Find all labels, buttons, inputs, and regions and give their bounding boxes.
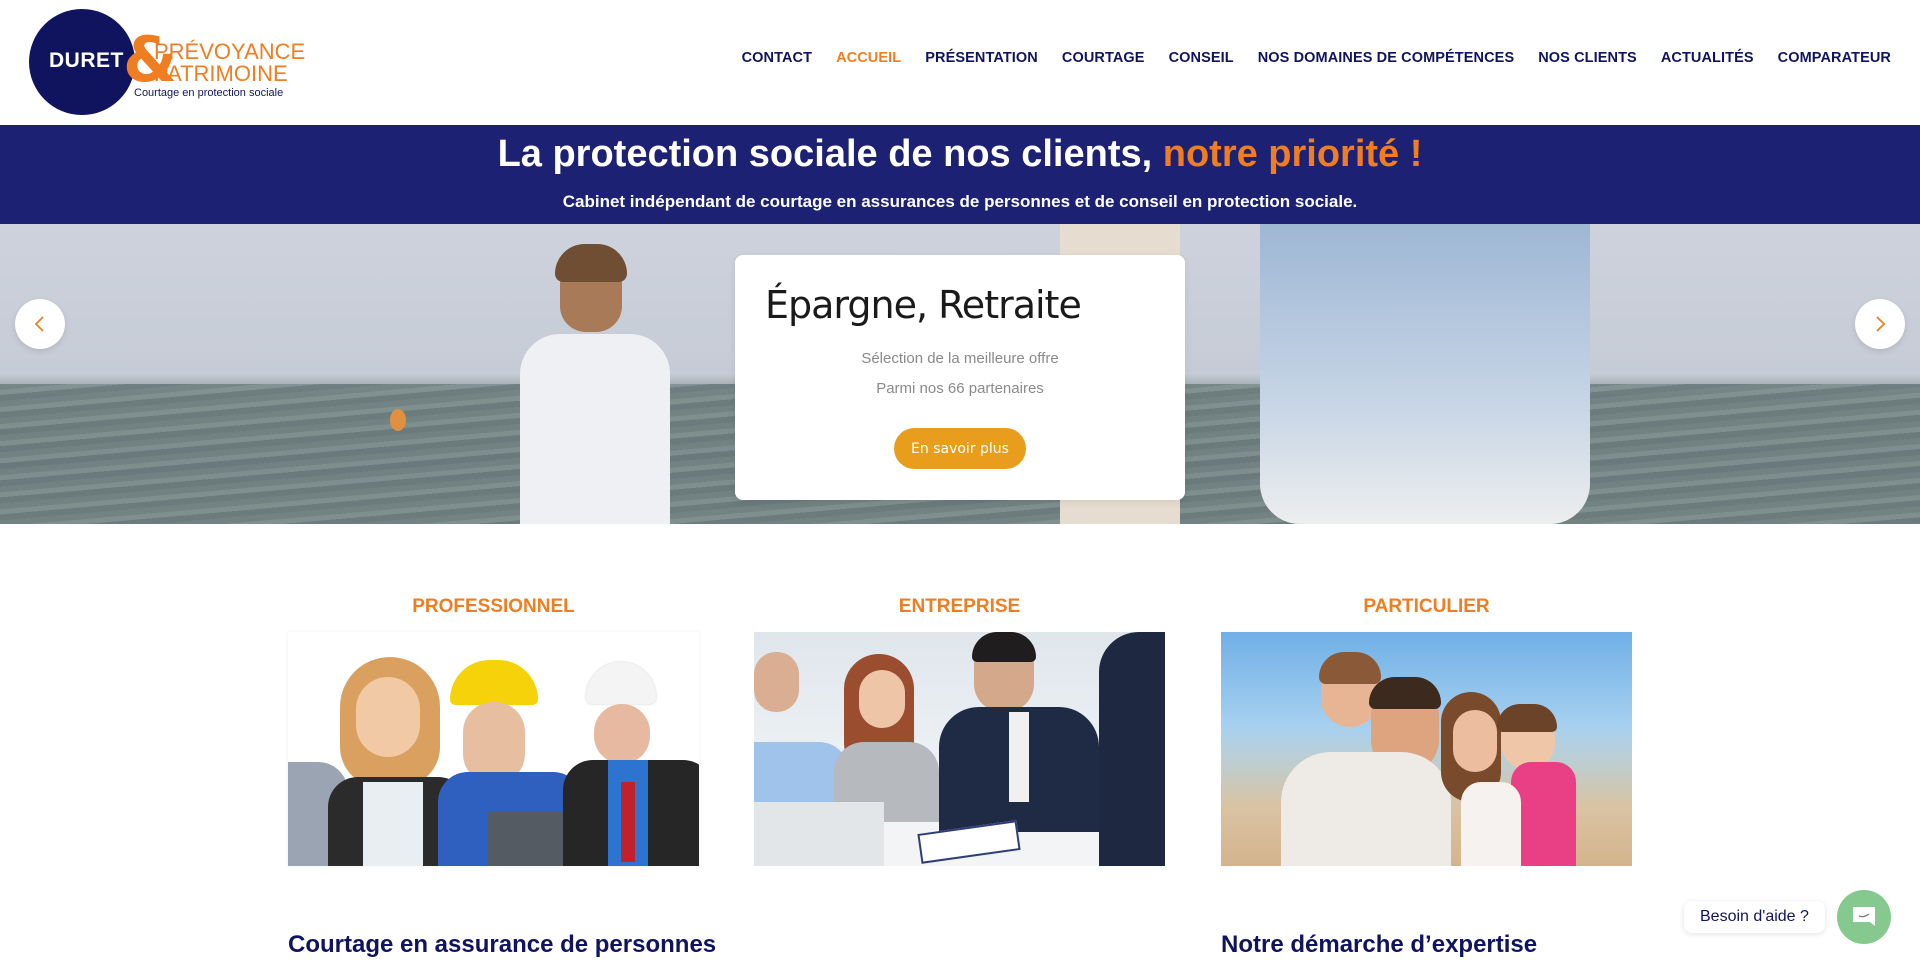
- family-beach-image[interactable]: [1221, 632, 1632, 866]
- category-title-entreprise[interactable]: ENTREPRISE: [754, 596, 1165, 618]
- logo[interactable]: DURET & PRÉVOYANCE PATRIMOINE Courtage e…: [29, 9, 305, 115]
- chevron-right-icon: [1876, 316, 1886, 332]
- boy-shirt: [520, 334, 670, 524]
- learn-more-button[interactable]: En savoir plus: [894, 428, 1026, 469]
- boy-hair: [555, 244, 627, 282]
- slide-card: Épargne, Retraite Sélection de la meille…: [735, 255, 1185, 500]
- logo-line2: PATRIMOINE: [154, 61, 288, 86]
- slide-line2: Parmi nos 66 partenaires: [876, 380, 1044, 397]
- banner-subtitle: Cabinet indépendant de courtage en assur…: [562, 192, 1358, 211]
- adult-right: [1260, 224, 1590, 524]
- section-heading-courtage: Courtage en assurance de personnes: [288, 931, 717, 958]
- logo-name: DURET: [49, 49, 124, 72]
- chevron-left-icon: [34, 316, 44, 332]
- slider-prev-button[interactable]: [15, 299, 65, 349]
- slide-line1: Sélection de la meilleure offre: [861, 350, 1059, 367]
- nav-courtage[interactable]: COURTAGE: [1062, 50, 1145, 66]
- nav-accueil[interactable]: ACCUEIL: [836, 50, 901, 66]
- nav-comparateur[interactable]: COMPARATEUR: [1778, 50, 1891, 66]
- banner-title: La protection sociale de nos clients, no…: [0, 133, 1920, 176]
- site-header: DURET & PRÉVOYANCE PATRIMOINE Courtage e…: [0, 0, 1920, 125]
- slider-next-button[interactable]: [1855, 299, 1905, 349]
- buoy: [390, 409, 406, 431]
- logo-line1: PRÉVOYANCE: [154, 39, 306, 64]
- help-tooltip[interactable]: Besoin d'aide ?: [1684, 901, 1825, 933]
- nav-clients[interactable]: NOS CLIENTS: [1538, 50, 1637, 66]
- chat-icon: [1853, 907, 1875, 926]
- slide-title: Épargne, Retraite: [765, 283, 1082, 327]
- nav-conseil[interactable]: CONSEIL: [1169, 50, 1234, 66]
- professionals-image[interactable]: [288, 632, 699, 866]
- banner-title-accent: notre priorité !: [1162, 133, 1423, 175]
- logo-tagline: Courtage en protection sociale: [134, 87, 284, 99]
- main-nav: CONTACT ACCUEIL PRÉSENTATION COURTAGE CO…: [718, 50, 1891, 66]
- banner-title-main: La protection sociale de nos clients,: [497, 133, 1163, 175]
- section-heading-expertise: Notre démarche d’expertise: [1221, 931, 1538, 958]
- chat-button[interactable]: [1837, 890, 1891, 944]
- category-title-professionnel[interactable]: PROFESSIONNEL: [288, 596, 699, 618]
- tagline-banner: La protection sociale de nos clients, no…: [0, 125, 1920, 224]
- nav-presentation[interactable]: PRÉSENTATION: [925, 50, 1038, 66]
- category-title-particulier[interactable]: PARTICULIER: [1221, 596, 1632, 618]
- business-meeting-image[interactable]: [754, 632, 1165, 866]
- nav-domaines[interactable]: NOS DOMAINES DE COMPÉTENCES: [1258, 50, 1514, 66]
- nav-actualites[interactable]: ACTUALITÉS: [1661, 50, 1754, 66]
- nav-contact[interactable]: CONTACT: [742, 50, 813, 66]
